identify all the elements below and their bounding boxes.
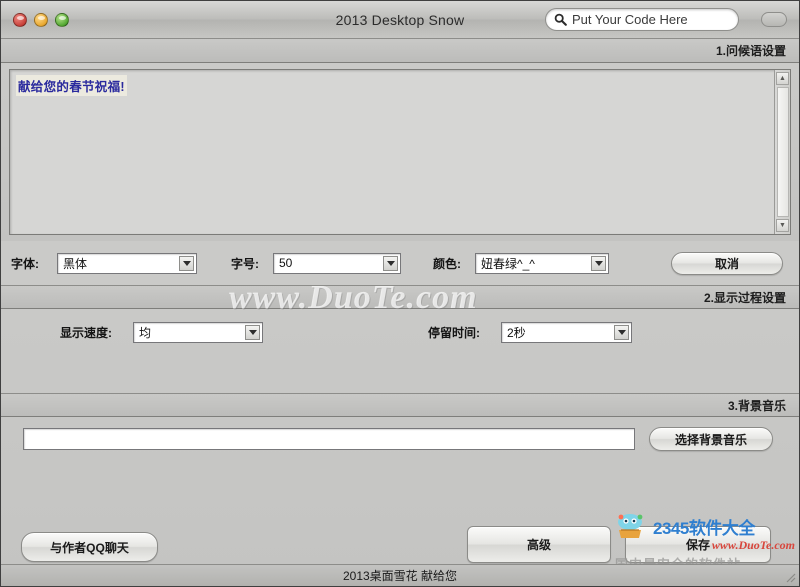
font-select[interactable]: 黑体 xyxy=(57,252,197,274)
save-button[interactable]: 保存 xyxy=(625,526,771,563)
music-row: 选择背景音乐 xyxy=(1,417,799,461)
advanced-button-label: 高级 xyxy=(526,538,551,552)
status-bar-text: 2013桌面雪花 献给您 xyxy=(342,569,458,583)
status-bar: 2013桌面雪花 献给您 xyxy=(1,564,799,586)
choose-music-button[interactable]: 选择背景音乐 xyxy=(649,427,773,451)
greeting-options-row: 字体: 黑体 字号: 50 颜色: 妞春绿^_^ 取消 xyxy=(1,241,799,285)
greeting-textarea-body[interactable]: 献给您的春节祝福! xyxy=(10,70,774,234)
greeting-textarea[interactable]: 献给您的春节祝福! ▲ ▼ xyxy=(9,69,791,235)
chevron-down-icon[interactable] xyxy=(591,255,606,271)
chevron-down-icon[interactable] xyxy=(383,255,398,271)
chevron-down-icon[interactable] xyxy=(179,255,194,271)
font-size-select[interactable]: 50 xyxy=(273,252,401,274)
close-button[interactable] xyxy=(13,12,27,27)
section-header-display: 2.显示过程设置 xyxy=(1,285,799,309)
color-select[interactable]: 妞春绿^_^ xyxy=(475,252,609,274)
color-select-value: 妞春绿^_^ xyxy=(481,256,535,271)
greeting-pane: 献给您的春节祝福! ▲ ▼ xyxy=(1,63,799,241)
window-controls xyxy=(1,12,69,27)
chevron-down-icon[interactable] xyxy=(614,324,629,340)
speed-select-value: 均 xyxy=(139,325,152,340)
search-icon xyxy=(554,13,567,26)
qq-chat-button[interactable]: 与作者QQ聊天 xyxy=(21,532,158,562)
greeting-scrollbar[interactable]: ▲ ▼ xyxy=(774,70,790,234)
font-size-select-value: 50 xyxy=(279,256,293,270)
choose-music-button-label: 选择背景音乐 xyxy=(674,432,747,447)
scroll-down-icon[interactable]: ▼ xyxy=(776,219,789,232)
cancel-button-label: 取消 xyxy=(714,256,739,271)
search-input[interactable]: Put Your Code Here xyxy=(545,8,739,31)
section-header-greeting-label: 1.问候语设置 xyxy=(715,44,786,58)
title-bar: 2013 Desktop Snow Put Your Code Here xyxy=(1,1,799,39)
font-size-label: 字号: xyxy=(231,256,259,271)
chevron-down-icon[interactable] xyxy=(245,324,260,340)
zoom-button[interactable] xyxy=(55,12,69,27)
music-path-input[interactable] xyxy=(23,428,635,450)
scrollbar-track[interactable] xyxy=(776,87,789,217)
toolbar-toggle-button[interactable] xyxy=(761,12,787,27)
search-placeholder: Put Your Code Here xyxy=(572,12,688,27)
resize-grip-icon[interactable] xyxy=(783,570,797,584)
minimize-button[interactable] xyxy=(34,12,48,27)
font-select-value: 黑体 xyxy=(63,256,88,271)
section-header-display-label: 2.显示过程设置 xyxy=(703,290,786,305)
greeting-text-value: 献给您的春节祝福! xyxy=(16,75,127,96)
speed-label: 显示速度: xyxy=(60,325,112,340)
display-options-row: 显示速度: 均 停留时间: 2秒 xyxy=(1,309,799,347)
section-header-music: 3.背景音乐 xyxy=(1,393,799,417)
color-label: 颜色: xyxy=(433,256,461,271)
stay-label: 停留时间: xyxy=(428,325,480,340)
section-header-greeting: 1.问候语设置 xyxy=(1,39,799,63)
stay-select[interactable]: 2秒 xyxy=(501,321,632,343)
scroll-up-icon[interactable]: ▲ xyxy=(776,72,789,85)
advanced-button[interactable]: 高级 xyxy=(467,526,611,563)
font-label: 字体: xyxy=(11,256,39,271)
stay-select-value: 2秒 xyxy=(507,325,526,340)
app-window: 2013 Desktop Snow Put Your Code Here 1.问… xyxy=(0,0,800,587)
qq-chat-button-label: 与作者QQ聊天 xyxy=(50,540,129,555)
save-button-label: 保存 xyxy=(685,538,710,552)
speed-select[interactable]: 均 xyxy=(133,321,263,343)
cancel-button[interactable]: 取消 xyxy=(671,251,783,275)
display-pane-spacer xyxy=(1,347,799,393)
section-header-music-label: 3.背景音乐 xyxy=(727,398,786,413)
